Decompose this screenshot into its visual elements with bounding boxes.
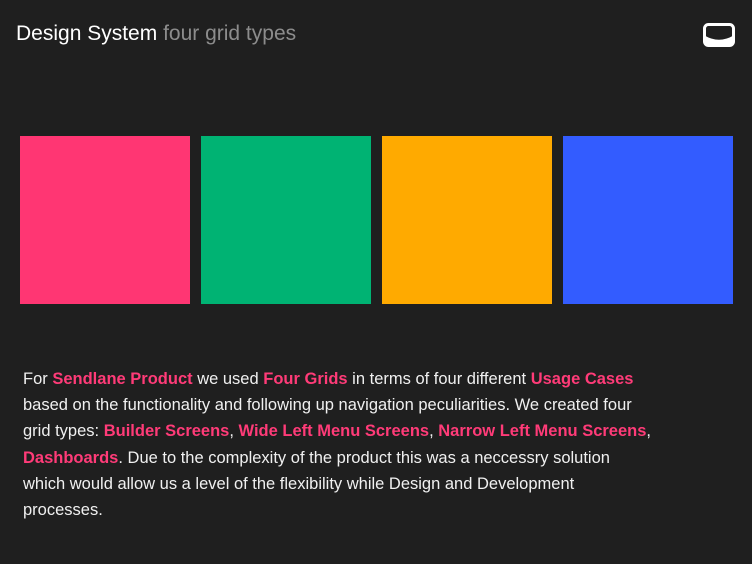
description-text: , — [229, 422, 239, 441]
page-title-strong: Design System — [16, 22, 158, 45]
color-swatch-blue — [563, 136, 733, 304]
color-swatch-orange — [382, 136, 552, 304]
highlight-builder-screens: Builder Screens — [103, 422, 230, 441]
highlight-four-grids: Four Grids — [263, 370, 348, 388]
color-swatch-pink — [20, 136, 190, 304]
description-text: in terms of four different — [347, 370, 531, 388]
highlight-usage-cases: Usage Cases — [530, 370, 634, 388]
description-text: For — [23, 370, 53, 388]
highlight-dashboards: Dashboards — [23, 448, 119, 467]
highlight-sendlane-product: Sendlane Product — [52, 370, 193, 388]
page-title: Design System four grid types — [16, 20, 296, 48]
description-paragraph: For Sendlane Product we used Four Grids … — [23, 366, 653, 523]
page-title-subtitle: four grid types — [163, 22, 297, 45]
description-text: , — [429, 422, 439, 441]
color-swatch-green — [201, 136, 371, 304]
description-text: we used — [192, 370, 264, 388]
highlight-wide-left-menu-screens: Wide Left Menu Screens — [238, 422, 430, 441]
highlight-narrow-left-menu-screens: Narrow Left Menu Screens — [438, 422, 647, 441]
description-text: , — [646, 422, 651, 441]
mail-icon[interactable] — [703, 23, 735, 47]
